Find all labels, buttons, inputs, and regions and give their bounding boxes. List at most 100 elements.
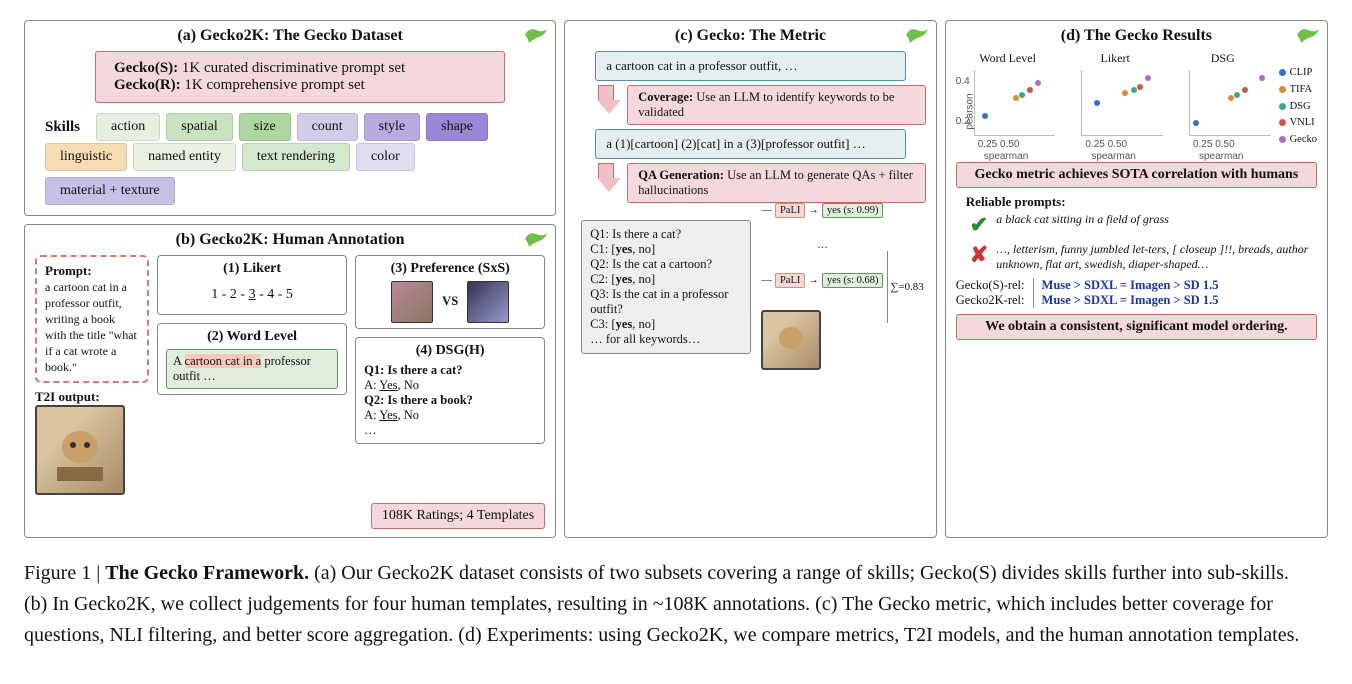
skill-color: color [356, 143, 415, 171]
skill-linguistic: linguistic [45, 143, 127, 171]
mini-chart-dsg: DSG 0.25 0.50spearman [1171, 51, 1275, 156]
dots: … [761, 240, 883, 251]
gecko-icon [523, 25, 549, 45]
sota-banner: Gecko metric achieves SOTA correlation w… [956, 162, 1317, 188]
dsg-a1: A: Yes, No [364, 378, 536, 393]
skills-row-1: Skills action spatial size count style s… [35, 113, 545, 141]
t2i-image [35, 405, 125, 495]
legend-clip: CLIP [1290, 67, 1313, 78]
pref-title: (3) Preference (SxS) [364, 261, 536, 277]
panel-a: (a) Gecko2K: The Gecko Dataset Gecko(S):… [24, 20, 556, 216]
likert-scale: 1 - 2 - 3 - 4 - 5 [166, 281, 338, 309]
qa-gen-step: QA Generation: Use an LLM to generate QA… [627, 163, 926, 203]
legend-dsg: DSG [1290, 101, 1311, 112]
skill-action: action [96, 113, 160, 141]
subset-s-text: 1K curated discriminative prompt set [178, 60, 405, 76]
skill-style: style [364, 113, 420, 141]
chart-title-dsg: DSG [1171, 51, 1275, 66]
rank-box: Gecko(S)-rel: Muse > SDXL = Imagen > SD … [956, 278, 1317, 308]
pref-card: (3) Preference (SxS) VS [355, 255, 545, 329]
likert-card: (1) Likert 1 - 2 - 3 - 4 - 5 [157, 255, 347, 315]
x-icon: ✘ [970, 242, 988, 272]
panel-d-title: (d) The Gecko Results [956, 27, 1317, 45]
prompt-label: Prompt: [45, 263, 92, 278]
dsg-a2: A: Yes, No [364, 408, 536, 423]
dsg-title: (4) DSG(H) [364, 343, 536, 359]
pali-tag: PaLI [775, 273, 805, 288]
rank-2k-label: Gecko2K-rel: [956, 293, 1025, 308]
qa-label: QA Generation: [638, 168, 724, 182]
tagged-prompt-box: a (1)[cartoon] (2)[cat] in a (3)[profess… [595, 129, 906, 159]
prompt-box: Prompt: a cartoon cat in a professor out… [35, 255, 149, 383]
panel-c: (c) Gecko: The Metric a cartoon cat in a… [564, 20, 937, 538]
skill-material-texture: material + texture [45, 177, 175, 205]
ratings-banner: 108K Ratings; 4 Templates [371, 503, 545, 529]
pali-column: —PaLI→yes (s: 0.99) … —PaLI→yes (s: 0.68… [761, 203, 883, 370]
charts-row: Word Level 0.25 0.50spearmanpearson0.40.… [956, 51, 1317, 156]
pref-image-b [467, 281, 509, 323]
skill-shape: shape [426, 113, 488, 141]
panel-c-title: (c) Gecko: The Metric [575, 27, 926, 45]
gecko-icon [523, 229, 549, 249]
dsg-q1: Q1: Is there a cat? [364, 363, 462, 377]
panel-b: (b) Gecko2K: Human Annotation Prompt: a … [24, 224, 556, 538]
chart-title-likert: Likert [1063, 51, 1167, 66]
rank-2k-val: Muse > SDXL = Imagen > SD 1.5 [1033, 293, 1317, 308]
gecko-icon [1295, 25, 1321, 45]
coverage-label: Coverage: [638, 90, 693, 104]
dsg-q2: Q2: Is there a book? [364, 393, 473, 407]
subset-s-label: Gecko(S): [114, 60, 178, 76]
wl-hi: cartoon cat in a [185, 354, 262, 368]
t2i-output: T2I output: [35, 389, 149, 495]
coverage-step: Coverage: Use an LLM to identify keyword… [627, 85, 926, 125]
ordering-banner: We obtain a consistent, significant mode… [956, 314, 1317, 340]
c2: C2: [yes, no] [590, 272, 742, 287]
skill-size: size [239, 113, 291, 141]
wl-pre: A [173, 354, 184, 368]
arrow-down-icon [597, 178, 621, 192]
panel-b-leftcol: Prompt: a cartoon cat in a professor out… [35, 255, 149, 495]
q2: Q2: Is the cat a cartoon? [590, 257, 742, 272]
skill-text-rendering: text rendering [242, 143, 350, 171]
panel-a-title: (a) Gecko2K: The Gecko Dataset [35, 27, 545, 45]
panel-b-title: (b) Gecko2K: Human Annotation [35, 231, 545, 249]
reliable-good: a black cat sitting in a field of grass [996, 212, 1169, 238]
figure-caption: Figure 1 | The Gecko Framework. (a) Our … [24, 558, 1314, 651]
vqa-image [761, 310, 821, 370]
figure-grid: (a) Gecko2K: The Gecko Dataset Gecko(S):… [24, 20, 1328, 538]
sigma-score: ∑=0.83 [887, 251, 925, 323]
c3: C3: [yes, no] [590, 317, 742, 332]
panel-b-rightcol: (3) Preference (SxS) VS (4) DSG(H) Q1: I… [355, 255, 545, 495]
subset-r-text: 1K comprehensive prompt set [181, 77, 365, 93]
caption-title: The Gecko Framework. [105, 562, 309, 584]
reliable-bad: …, letterism, funny jumbled let-ters, [ … [996, 242, 1317, 272]
yes-tag-1: yes (s: 0.99) [822, 203, 884, 218]
gecko-icon [904, 25, 930, 45]
panel-d: (d) The Gecko Results Word Level 0.25 0.… [945, 20, 1328, 538]
vs-text: VS [442, 294, 458, 308]
qa-list: Q1: Is there a cat? C1: [yes, no] Q2: Is… [581, 220, 751, 354]
all-kw: … for all keywords… [590, 332, 742, 347]
reliable-bad-row: ✘ …, letterism, funny jumbled let-ters, … [970, 242, 1317, 272]
pref-image-a [391, 281, 433, 323]
legend-vnli: VNLI [1290, 117, 1315, 128]
mini-chart-likert: Likert 0.25 0.50spearman [1063, 51, 1167, 156]
arrow-down-icon [597, 100, 621, 114]
wordlevel-card: (2) Word Level A cartoon cat in a profes… [157, 323, 347, 395]
pali-tag: PaLI [775, 203, 805, 218]
legend-gecko: Gecko [1290, 134, 1317, 145]
likert-title: (1) Likert [166, 261, 338, 277]
chart-legend: CLIP TIFA DSG VNLI Gecko [1279, 51, 1317, 149]
rank-s-label: Gecko(S)-rel: [956, 278, 1025, 293]
reliable-good-row: ✔ a black cat sitting in a field of gras… [970, 212, 1317, 238]
mini-chart-wl: Word Level 0.25 0.50spearmanpearson0.40.… [956, 51, 1060, 156]
skill-named-entity: named entity [133, 143, 236, 171]
skill-spatial: spatial [166, 113, 233, 141]
subset-box: Gecko(S): 1K curated discriminative prom… [95, 51, 505, 103]
panel-b-midcol: (1) Likert 1 - 2 - 3 - 4 - 5 (2) Word Le… [157, 255, 347, 495]
left-column: (a) Gecko2K: The Gecko Dataset Gecko(S):… [24, 20, 556, 538]
caption-label: Figure 1 | [24, 562, 105, 584]
rank-s-val: Muse > SDXL = Imagen > SD 1.5 [1033, 278, 1317, 293]
wordlevel-title: (2) Word Level [166, 329, 338, 345]
legend-tifa: TIFA [1290, 84, 1313, 95]
